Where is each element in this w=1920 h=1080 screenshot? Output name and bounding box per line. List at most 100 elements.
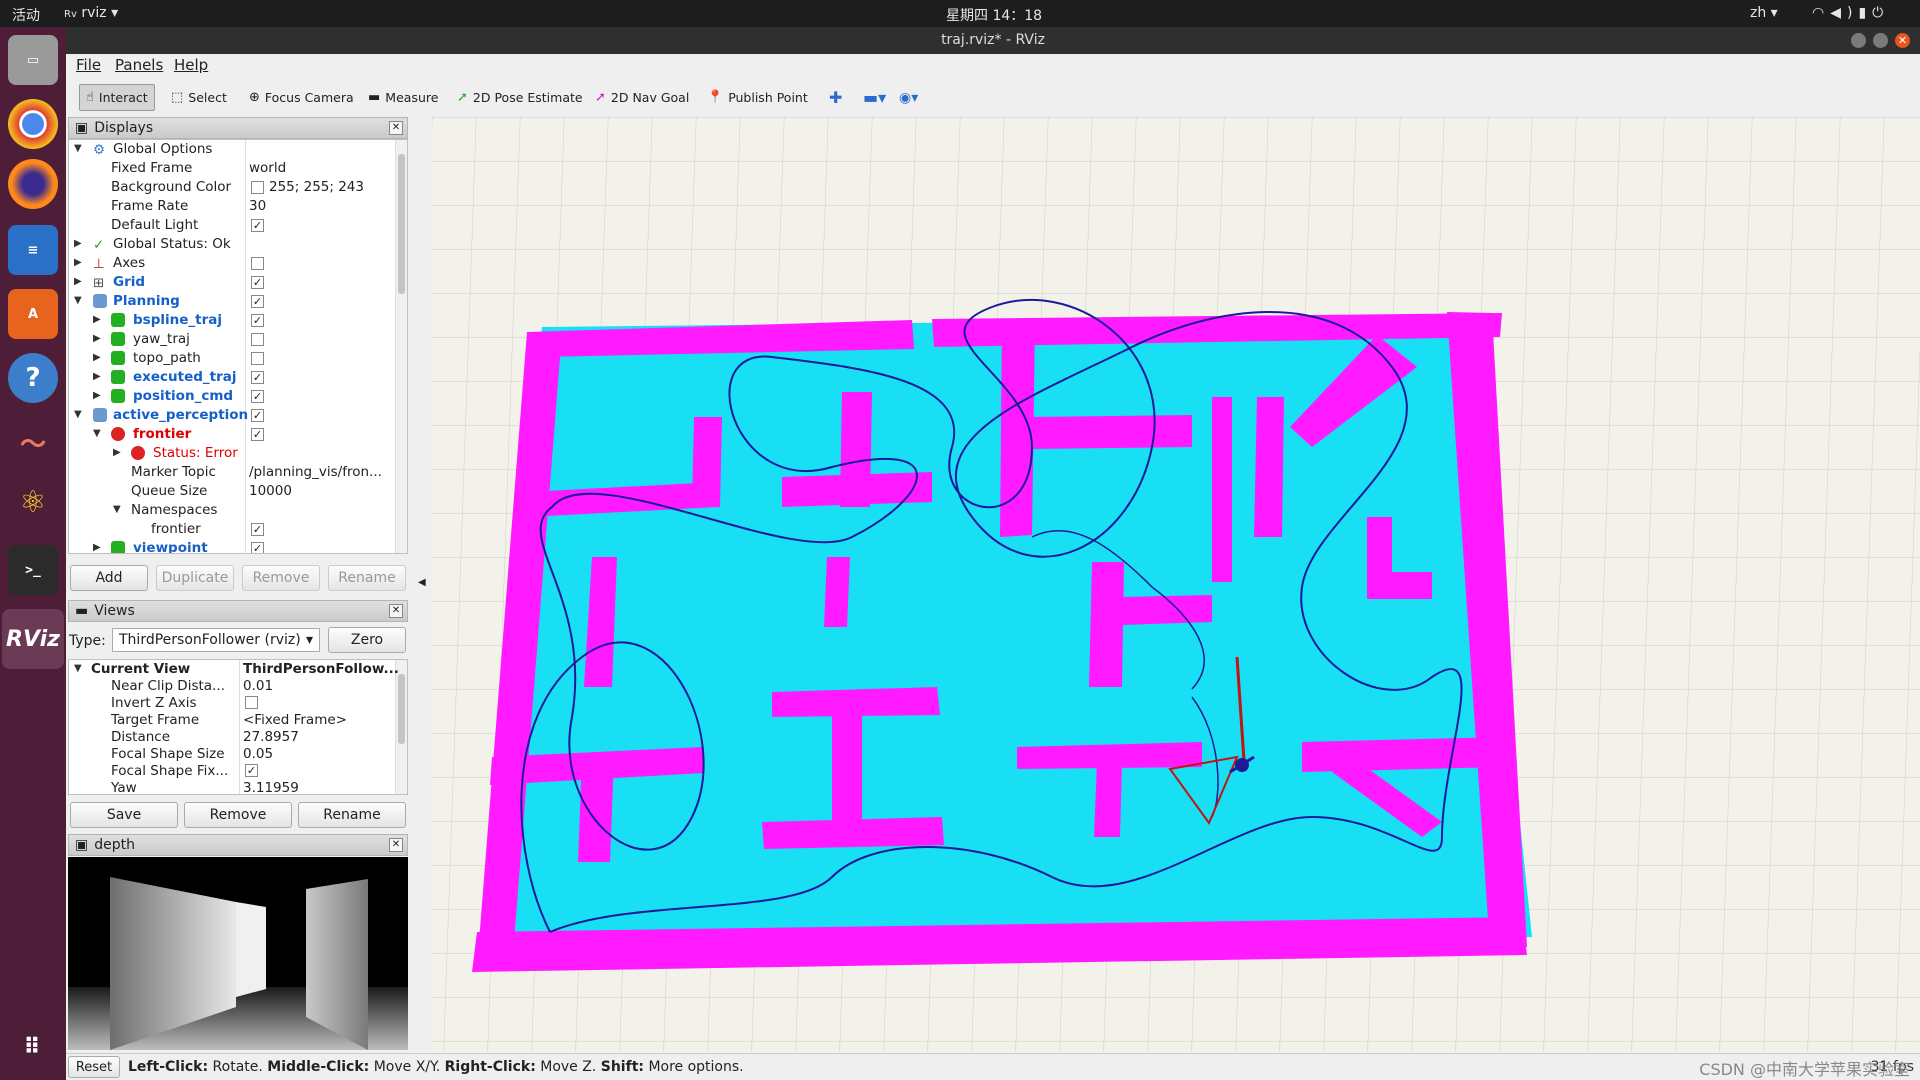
queue-size-value[interactable]: 10000 bbox=[249, 483, 292, 499]
tree-row-frame-rate[interactable]: Frame Rate 30 bbox=[69, 197, 407, 216]
tree-row-bspline-traj[interactable]: ▶ bspline_traj ✓ bbox=[69, 311, 407, 330]
tree-row-default-light[interactable]: Default Light ✓ bbox=[69, 216, 407, 235]
tree-row-global-status[interactable]: ▶ ✓ Global Status: Ok bbox=[69, 235, 407, 254]
menu-file[interactable]: File bbox=[76, 56, 101, 74]
view-row-near-clip[interactable]: Near Clip Dista... 0.01 bbox=[69, 677, 407, 694]
close-panel-icon[interactable]: ✕ bbox=[389, 604, 403, 618]
viewpoint-checkbox[interactable]: ✓ bbox=[251, 542, 264, 553]
collapse-left-icon[interactable]: ◀ bbox=[418, 577, 426, 588]
axes-checkbox[interactable] bbox=[251, 257, 264, 270]
background-color-value[interactable]: 255; 255; 243 bbox=[269, 179, 364, 195]
row-value[interactable]: 0.01 bbox=[243, 678, 273, 694]
show-apps-icon[interactable]: ⠿ bbox=[8, 1022, 58, 1072]
yaw-traj-checkbox[interactable] bbox=[251, 333, 264, 346]
save-view-button[interactable]: Save bbox=[70, 802, 178, 828]
remove-tool-icon[interactable]: ▬▾ bbox=[856, 84, 893, 111]
maximize-icon[interactable] bbox=[1873, 33, 1888, 48]
add-tool-icon[interactable]: ✚ bbox=[822, 84, 849, 111]
tree-row-ns-frontier[interactable]: frontier ✓ bbox=[69, 520, 407, 539]
tree-row-global-options[interactable]: ▼ ⚙ Global Options bbox=[69, 140, 407, 159]
publish-point-tool[interactable]: 📍 Publish Point bbox=[700, 84, 815, 111]
chrome-icon[interactable] bbox=[8, 99, 58, 149]
tree-row-planning[interactable]: ▼ Planning ✓ bbox=[69, 292, 407, 311]
tree-row-fixed-frame[interactable]: Fixed Frame world bbox=[69, 159, 407, 178]
focal-fixed-checkbox[interactable]: ✓ bbox=[245, 764, 258, 777]
measure-tool[interactable]: ▬ Measure bbox=[361, 84, 445, 111]
menu-help[interactable]: Help bbox=[174, 56, 208, 74]
bspline-traj-checkbox[interactable]: ✓ bbox=[251, 314, 264, 327]
marker-topic-value[interactable]: /planning_vis/fron... bbox=[249, 464, 382, 480]
planning-checkbox[interactable]: ✓ bbox=[251, 295, 264, 308]
ns-frontier-checkbox[interactable]: ✓ bbox=[251, 523, 264, 536]
hummingbird-icon[interactable]: 〜 bbox=[8, 417, 58, 467]
duplicate-display-button[interactable]: Duplicate bbox=[156, 565, 234, 591]
select-tool[interactable]: ⬚ Select bbox=[164, 84, 234, 111]
menu-panels[interactable]: Panels bbox=[115, 56, 163, 74]
frontier-checkbox[interactable]: ✓ bbox=[251, 428, 264, 441]
focus-camera-tool[interactable]: ⊕ Focus Camera bbox=[242, 84, 361, 111]
row-value[interactable]: 27.8957 bbox=[243, 729, 299, 745]
grid-checkbox[interactable]: ✓ bbox=[251, 276, 264, 289]
invert-z-checkbox[interactable] bbox=[245, 696, 258, 709]
files-icon[interactable]: ▭ bbox=[8, 35, 58, 85]
view-row-focal-fixed[interactable]: Focal Shape Fix... ✓ bbox=[69, 762, 407, 779]
tree-row-background-color[interactable]: Background Color 255; 255; 243 bbox=[69, 178, 407, 197]
position-cmd-checkbox[interactable]: ✓ bbox=[251, 390, 264, 403]
executed-traj-checkbox[interactable]: ✓ bbox=[251, 371, 264, 384]
remove-view-button[interactable]: Remove bbox=[184, 802, 292, 828]
topo-path-checkbox[interactable] bbox=[251, 352, 264, 365]
tree-row-yaw-traj[interactable]: ▶ yaw_traj bbox=[69, 330, 407, 349]
tree-row-status-error[interactable]: ▶ Status: Error bbox=[69, 444, 407, 463]
frame-rate-value[interactable]: 30 bbox=[249, 198, 266, 214]
color-swatch[interactable] bbox=[251, 181, 264, 194]
help-icon[interactable]: ? bbox=[8, 353, 58, 403]
system-tray[interactable]: ◠◀)▮⏻ bbox=[1812, 5, 1889, 21]
tree-row-queue-size[interactable]: Queue Size 10000 bbox=[69, 482, 407, 501]
tree-row-position-cmd[interactable]: ▶ position_cmd ✓ bbox=[69, 387, 407, 406]
activities-button[interactable]: 活动 bbox=[12, 5, 40, 25]
close-panel-icon[interactable]: ✕ bbox=[389, 121, 403, 135]
writer-icon[interactable]: ≡ bbox=[8, 225, 58, 275]
row-value[interactable]: <Fixed Frame> bbox=[243, 712, 347, 728]
zero-view-button[interactable]: Zero bbox=[328, 627, 406, 653]
terminal-icon[interactable]: >_ bbox=[8, 545, 58, 595]
clock[interactable]: 星期四 14：18 bbox=[946, 5, 1042, 25]
row-value[interactable]: 3.11959 bbox=[243, 780, 299, 794]
rqt-icon[interactable]: ⚛ bbox=[8, 477, 58, 527]
remove-display-button[interactable]: Remove bbox=[242, 565, 320, 591]
add-display-button[interactable]: Add bbox=[70, 565, 148, 591]
firefox-icon[interactable] bbox=[8, 159, 58, 209]
tree-row-axes[interactable]: ▶ ⊥ Axes bbox=[69, 254, 407, 273]
view-row-distance[interactable]: Distance 27.8957 bbox=[69, 728, 407, 745]
tree-row-namespaces[interactable]: ▼ Namespaces bbox=[69, 501, 407, 520]
interact-tool[interactable]: ☝ Interact bbox=[79, 84, 155, 111]
3d-viewport[interactable] bbox=[432, 117, 1920, 1052]
rviz-dock-icon[interactable]: RViz bbox=[2, 609, 64, 669]
tree-row-grid[interactable]: ▶ ⊞ Grid ✓ bbox=[69, 273, 407, 292]
tree-row-marker-topic[interactable]: Marker Topic/planning_vis/fron... bbox=[69, 463, 407, 482]
reset-button[interactable]: Reset bbox=[68, 1056, 120, 1078]
software-center-icon[interactable]: A bbox=[8, 289, 58, 339]
row-value[interactable]: 0.05 bbox=[243, 746, 273, 762]
rename-display-button[interactable]: Rename bbox=[328, 565, 406, 591]
view-row-current[interactable]: ▼ Current View ThirdPersonFollow... bbox=[69, 660, 407, 677]
nav-goal-tool[interactable]: ➚ 2D Nav Goal bbox=[588, 84, 696, 111]
close-panel-icon[interactable]: ✕ bbox=[389, 838, 403, 852]
rename-view-button[interactable]: Rename bbox=[298, 802, 406, 828]
pose-estimate-tool[interactable]: ➚ 2D Pose Estimate bbox=[450, 84, 590, 111]
tree-row-active-perception[interactable]: ▼ active_perception ✓ bbox=[69, 406, 407, 425]
close-icon[interactable]: ✕ bbox=[1895, 33, 1910, 48]
view-row-yaw[interactable]: Yaw 3.11959 bbox=[69, 779, 407, 794]
view-row-focal-size[interactable]: Focal Shape Size 0.05 bbox=[69, 745, 407, 762]
minimize-icon[interactable] bbox=[1851, 33, 1866, 48]
tree-row-topo-path[interactable]: ▶ topo_path bbox=[69, 349, 407, 368]
app-menu[interactable]: Rv rviz ▾ bbox=[64, 5, 118, 21]
tree-row-viewpoint[interactable]: ▶ viewpoint ✓ bbox=[69, 539, 407, 553]
tree-row-frontier[interactable]: ▼ frontier ✓ bbox=[69, 425, 407, 444]
camera-type-icon[interactable]: ◉▾ bbox=[892, 84, 925, 111]
view-row-target-frame[interactable]: Target Frame <Fixed Frame> bbox=[69, 711, 407, 728]
active-perception-checkbox[interactable]: ✓ bbox=[251, 409, 264, 422]
default-light-checkbox[interactable]: ✓ bbox=[251, 219, 264, 232]
view-type-select[interactable]: ThirdPersonFollower (rviz) ▾ bbox=[112, 628, 320, 652]
fixed-frame-value[interactable]: world bbox=[249, 160, 286, 176]
